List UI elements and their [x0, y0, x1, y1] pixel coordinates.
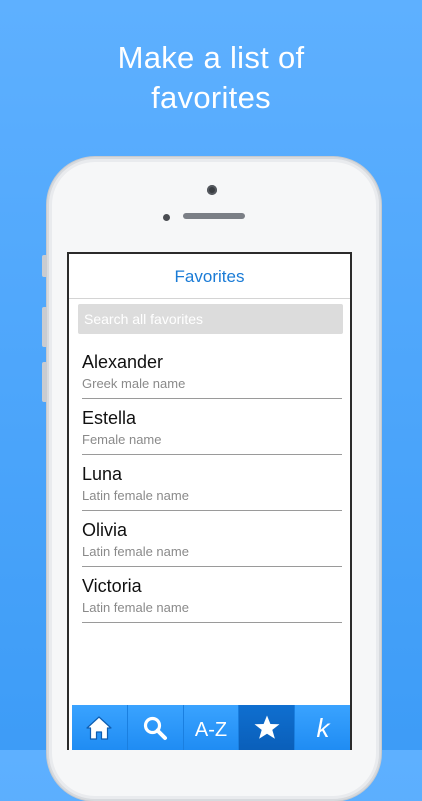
page-title: Favorites: [174, 267, 245, 286]
tab-a-z[interactable]: A-Z: [183, 705, 240, 750]
tab-bar: A-Z k: [72, 705, 350, 750]
list-item[interactable]: Luna Latin female name: [82, 455, 342, 511]
tab-app-logo[interactable]: k: [295, 705, 350, 750]
star-icon: [253, 714, 281, 741]
item-description: Latin female name: [82, 600, 189, 615]
navigation-bar: Favorites: [69, 254, 350, 299]
item-name: Luna: [82, 464, 123, 484]
list-item[interactable]: Victoria Latin female name: [82, 567, 342, 623]
app-screen: Favorites Alexander Greek male name Este…: [67, 252, 352, 750]
item-description: Female name: [82, 432, 162, 447]
tab-search[interactable]: [127, 705, 184, 750]
home-icon: [85, 715, 113, 741]
search-bar[interactable]: [78, 304, 343, 334]
list-item[interactable]: Alexander Greek male name: [82, 343, 342, 399]
item-description: Greek male name: [82, 376, 186, 391]
a-z-label: A-Z: [195, 719, 227, 741]
item-name: Olivia: [82, 520, 128, 540]
favorites-list: Alexander Greek male name Estella Female…: [69, 343, 350, 623]
item-name: Alexander: [82, 352, 164, 372]
mute-switch: [42, 255, 47, 277]
item-description: Latin female name: [82, 488, 189, 503]
list-item[interactable]: Estella Female name: [82, 399, 342, 455]
volume-up-button: [42, 307, 47, 347]
tab-favorites[interactable]: [239, 705, 296, 750]
promo-headline: Make a list of favorites: [0, 38, 422, 118]
proximity-sensor: [163, 214, 170, 221]
search-icon: [142, 715, 168, 741]
item-name: Estella: [82, 408, 137, 428]
headline-line-1: Make a list of: [117, 40, 305, 75]
volume-down-button: [42, 362, 47, 402]
k-logo-icon: k: [310, 714, 336, 742]
list-item[interactable]: Olivia Latin female name: [82, 511, 342, 567]
tab-home[interactable]: [72, 705, 128, 750]
a-z-icon: A-Z: [194, 715, 228, 741]
search-input[interactable]: [82, 310, 343, 328]
item-description: Latin female name: [82, 544, 189, 559]
front-camera: [207, 185, 217, 195]
earpiece-speaker: [183, 213, 245, 219]
item-name: Victoria: [82, 576, 142, 596]
k-logo-label: k: [316, 714, 331, 742]
headline-line-2: favorites: [151, 80, 271, 115]
